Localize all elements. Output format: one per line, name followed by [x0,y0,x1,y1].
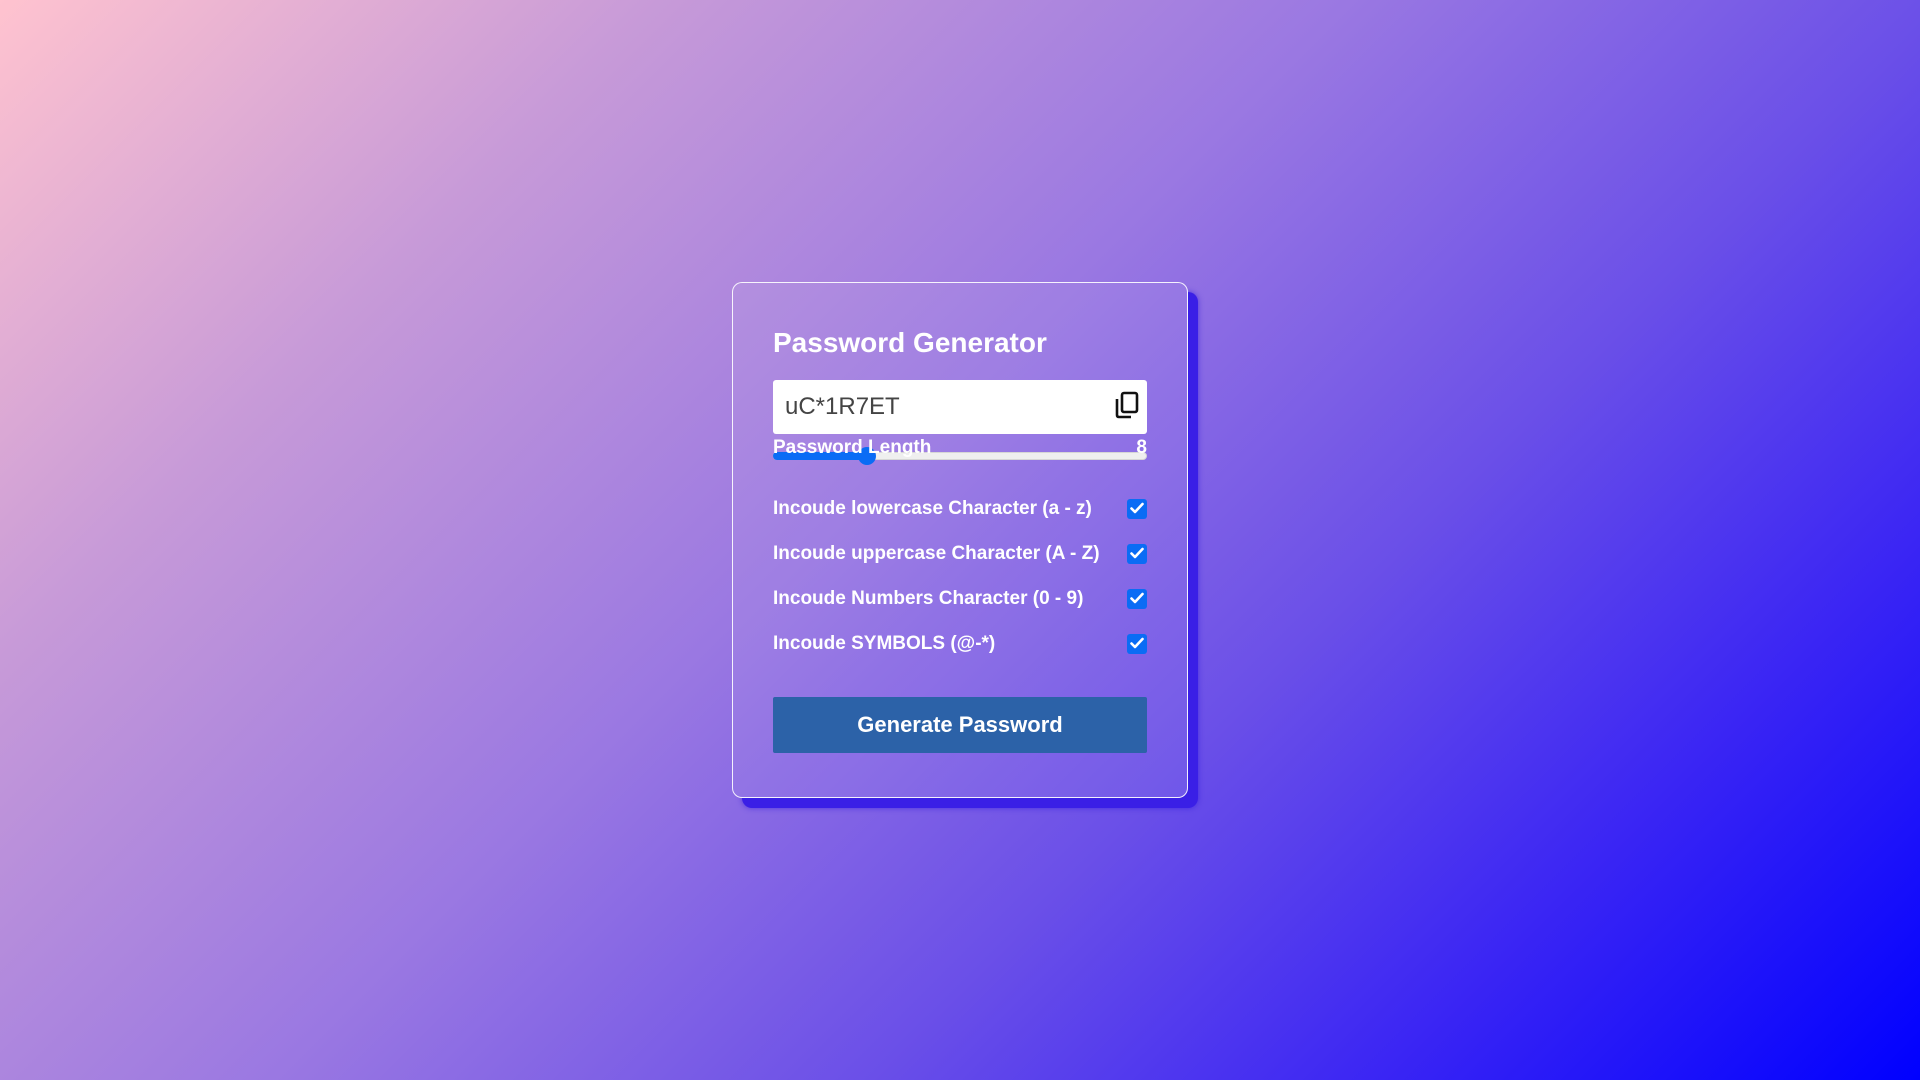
password-length-value: 8 [1136,437,1147,458]
option-lowercase-checkbox[interactable] [1127,499,1147,519]
option-uppercase-label: Incoude uppercase Character (A - Z) [773,543,1100,564]
checkmark-icon [1130,588,1144,610]
copy-button[interactable] [1107,380,1147,434]
generate-password-button[interactable]: Generate Password [773,697,1147,753]
option-numbers-checkbox[interactable] [1127,589,1147,609]
option-lowercase-label: Incoude lowercase Character (a - z) [773,498,1092,519]
checkmark-icon [1130,498,1144,520]
checkmark-icon [1130,543,1144,565]
option-numbers-label: Incoude Numbers Character (0 - 9) [773,588,1084,609]
page-title: Password Generator [773,327,1047,358]
option-symbols: Incoude SYMBOLS (@-*) [773,629,1147,659]
password-length-row: Password Length 8 [773,433,1147,463]
option-symbols-label: Incoude SYMBOLS (@-*) [773,633,996,654]
option-lowercase: Incoude lowercase Character (a - z) [773,494,1147,524]
password-length-label: Password Length [773,437,932,458]
password-output-field[interactable] [773,380,1107,434]
option-symbols-checkbox[interactable] [1127,634,1147,654]
option-uppercase: Incoude uppercase Character (A - Z) [773,539,1147,569]
option-numbers: Incoude Numbers Character (0 - 9) [773,584,1147,614]
copy-icon [1114,391,1140,424]
checkmark-icon [1130,633,1144,655]
password-generator-card: Password Generator Password Length 8 Inc… [732,282,1188,798]
password-output-box [773,380,1147,434]
option-uppercase-checkbox[interactable] [1127,544,1147,564]
